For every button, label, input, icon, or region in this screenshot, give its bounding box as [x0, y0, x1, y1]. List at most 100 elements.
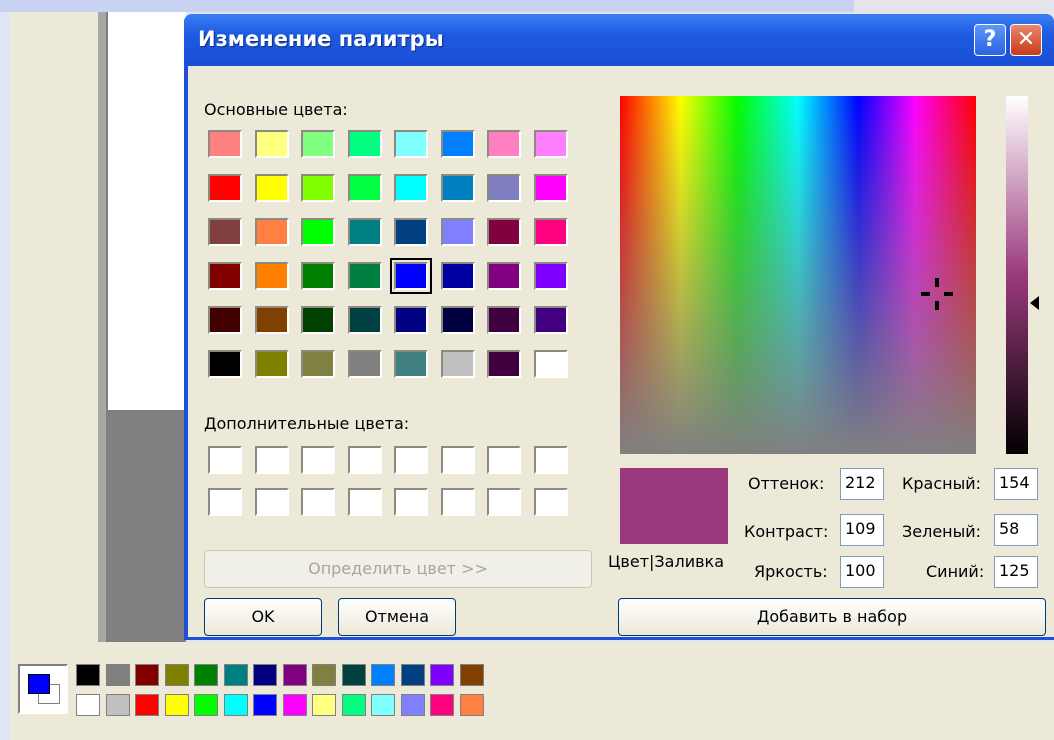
basic-color-swatch[interactable]	[533, 350, 568, 378]
custom-color-swatch[interactable]	[254, 446, 289, 474]
custom-color-swatch[interactable]	[533, 446, 568, 474]
custom-color-swatch[interactable]	[487, 488, 521, 516]
palette-color-swatch[interactable]	[282, 694, 307, 716]
define-custom-colors-button[interactable]: Определить цвет >>	[204, 550, 592, 588]
basic-color-swatch[interactable]	[440, 218, 475, 246]
custom-color-swatch[interactable]	[394, 488, 428, 516]
close-button[interactable]: ✕	[1010, 24, 1042, 56]
luminosity-arrow-icon[interactable]	[1030, 296, 1039, 310]
palette-color-swatch[interactable]	[459, 664, 484, 686]
basic-color-swatch[interactable]	[301, 174, 335, 202]
basic-color-swatch[interactable]	[394, 174, 428, 202]
palette-color-swatch[interactable]	[459, 694, 484, 716]
palette-color-swatch[interactable]	[164, 664, 189, 686]
palette-color-swatch[interactable]	[76, 694, 100, 716]
ok-button[interactable]: OK	[204, 598, 322, 636]
current-colors-box[interactable]	[18, 664, 68, 714]
basic-color-swatch[interactable]	[533, 218, 568, 246]
palette-color-swatch[interactable]	[135, 694, 159, 716]
custom-color-swatch[interactable]	[440, 446, 475, 474]
palette-color-swatch[interactable]	[105, 694, 130, 716]
custom-color-swatch[interactable]	[301, 446, 335, 474]
red-field[interactable]: 154	[994, 468, 1038, 500]
palette-color-swatch[interactable]	[371, 664, 395, 686]
custom-color-swatch[interactable]	[487, 446, 521, 474]
basic-color-swatch[interactable]	[254, 218, 289, 246]
basic-color-swatch[interactable]	[394, 306, 428, 334]
custom-color-swatch[interactable]	[533, 488, 568, 516]
basic-color-swatch[interactable]	[487, 306, 521, 334]
palette-color-swatch[interactable]	[282, 664, 307, 686]
basic-color-swatch[interactable]	[487, 130, 521, 158]
palette-color-swatch[interactable]	[312, 694, 336, 716]
palette-color-swatch[interactable]	[223, 664, 248, 686]
basic-color-swatch[interactable]	[347, 350, 382, 378]
basic-color-swatch[interactable]	[254, 174, 289, 202]
color-spectrum[interactable]	[620, 96, 976, 454]
basic-color-swatch[interactable]	[208, 306, 242, 334]
basic-color-swatch[interactable]	[347, 130, 382, 158]
basic-color-swatch[interactable]	[347, 174, 382, 202]
help-button[interactable]: ?	[974, 24, 1006, 56]
custom-color-swatch[interactable]	[394, 446, 428, 474]
palette-color-swatch[interactable]	[400, 664, 425, 686]
basic-color-swatch[interactable]	[208, 130, 242, 158]
basic-color-swatch[interactable]	[301, 218, 335, 246]
green-field[interactable]: 58	[994, 514, 1038, 546]
basic-color-swatch[interactable]	[394, 350, 428, 378]
luminosity-slider[interactable]	[1006, 96, 1028, 454]
custom-color-swatch[interactable]	[254, 488, 289, 516]
custom-color-swatch[interactable]	[347, 446, 382, 474]
basic-color-swatch[interactable]	[208, 262, 242, 290]
basic-color-swatch[interactable]	[440, 130, 475, 158]
basic-color-swatch[interactable]	[301, 262, 335, 290]
luminosity-field[interactable]: 100	[840, 556, 884, 588]
palette-color-swatch[interactable]	[194, 664, 218, 686]
palette-color-swatch[interactable]	[400, 694, 425, 716]
palette-color-swatch[interactable]	[223, 694, 248, 716]
basic-color-swatch[interactable]	[301, 306, 335, 334]
custom-color-swatch[interactable]	[208, 446, 242, 474]
basic-color-swatch[interactable]	[208, 174, 242, 202]
custom-color-swatch[interactable]	[301, 488, 335, 516]
palette-color-swatch[interactable]	[253, 694, 277, 716]
dialog-titlebar[interactable]: Изменение палитры ? ✕	[184, 14, 1054, 66]
basic-color-swatch[interactable]	[487, 174, 521, 202]
basic-color-swatch[interactable]	[533, 130, 568, 158]
palette-color-swatch[interactable]	[76, 664, 100, 686]
basic-color-swatch[interactable]	[440, 350, 475, 378]
palette-color-swatch[interactable]	[341, 664, 366, 686]
basic-color-swatch[interactable]	[301, 130, 335, 158]
hue-field[interactable]: 212	[840, 468, 884, 500]
basic-color-swatch[interactable]	[390, 258, 432, 294]
palette-color-swatch[interactable]	[135, 664, 159, 686]
palette-color-swatch[interactable]	[253, 664, 277, 686]
basic-color-swatch[interactable]	[533, 306, 568, 334]
basic-color-swatch[interactable]	[533, 262, 568, 290]
cancel-button[interactable]: Отмена	[338, 598, 456, 636]
palette-color-swatch[interactable]	[430, 664, 454, 686]
basic-color-swatch[interactable]	[301, 350, 335, 378]
palette-color-swatch[interactable]	[430, 694, 454, 716]
basic-color-swatch[interactable]	[440, 306, 475, 334]
basic-color-swatch[interactable]	[487, 218, 521, 246]
palette-color-swatch[interactable]	[194, 694, 218, 716]
basic-color-swatch[interactable]	[254, 306, 289, 334]
basic-color-swatch[interactable]	[347, 218, 382, 246]
blue-field[interactable]: 125	[994, 556, 1038, 588]
palette-color-swatch[interactable]	[312, 664, 336, 686]
basic-color-swatch[interactable]	[487, 262, 521, 290]
palette-color-swatch[interactable]	[371, 694, 395, 716]
palette-color-swatch[interactable]	[164, 694, 189, 716]
basic-color-swatch[interactable]	[208, 218, 242, 246]
palette-color-swatch[interactable]	[341, 694, 366, 716]
basic-color-swatch[interactable]	[254, 350, 289, 378]
basic-color-swatch[interactable]	[254, 262, 289, 290]
basic-color-swatch[interactable]	[394, 218, 428, 246]
saturation-field[interactable]: 109	[840, 514, 884, 546]
basic-color-swatch[interactable]	[440, 262, 475, 290]
basic-color-swatch[interactable]	[208, 350, 242, 378]
add-to-custom-colors-button[interactable]: Добавить в набор	[618, 598, 1046, 636]
drawing-canvas[interactable]	[108, 12, 186, 410]
custom-color-swatch[interactable]	[208, 488, 242, 516]
